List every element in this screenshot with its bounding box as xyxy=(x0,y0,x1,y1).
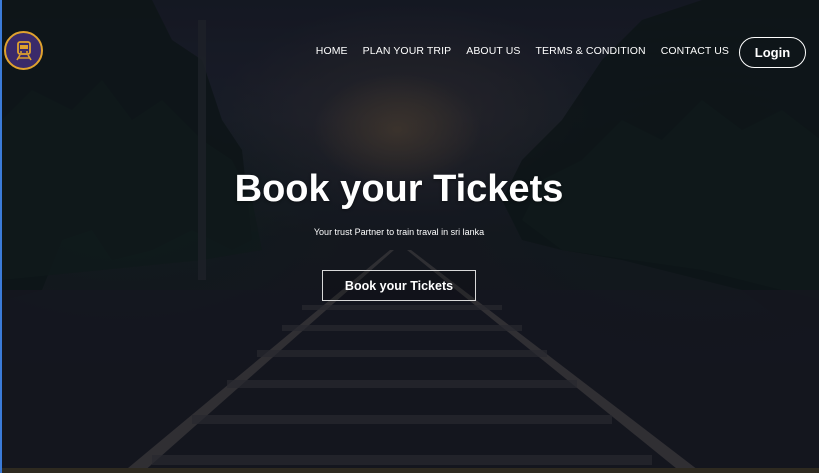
book-tickets-button[interactable]: Book your Tickets xyxy=(322,270,476,301)
nav-home[interactable]: HOME xyxy=(316,45,348,57)
nav-contact-us[interactable]: CONTACT US xyxy=(661,45,729,57)
bottom-edge xyxy=(2,468,819,473)
logo-button[interactable] xyxy=(4,31,43,70)
hero-title: Book your Tickets xyxy=(234,168,564,210)
nav-plan-your-trip[interactable]: PLAN YOUR TRIP xyxy=(363,45,452,57)
main-nav: HOME PLAN YOUR TRIP ABOUT US TERMS & CON… xyxy=(316,45,729,57)
page: HOME PLAN YOUR TRIP ABOUT US TERMS & CON… xyxy=(0,0,819,473)
hero-subtitle: Your trust Partner to train traval in sr… xyxy=(313,227,485,237)
login-button[interactable]: Login xyxy=(739,37,806,68)
nav-about-us[interactable]: ABOUT US xyxy=(466,45,520,57)
train-icon xyxy=(15,40,32,60)
nav-terms-condition[interactable]: TERMS & CONDITION xyxy=(536,45,646,57)
